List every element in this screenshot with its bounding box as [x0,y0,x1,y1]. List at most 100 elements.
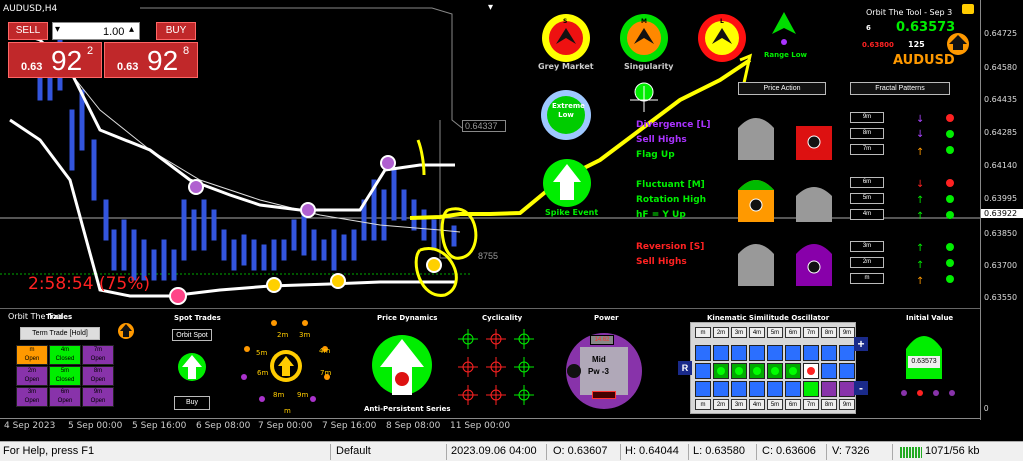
trade-cell[interactable]: 5m Closed [49,366,81,386]
buy-price-sup: 8 [183,45,190,57]
trade-cell[interactable]: 4m Closed [49,345,81,365]
buy-price-big: 92 [147,45,179,76]
kso-tf-label: 6m [785,327,801,338]
sell-button[interactable]: SELL [8,22,48,40]
initial-value-title: Initial Value [906,314,954,322]
term-trade-button[interactable]: Term Trade [Hold] [20,327,100,340]
orbit-header-title: Orbit The Tool - Sep 3 [866,8,953,17]
trade-cell[interactable]: 8m Open [82,366,114,386]
chart-menu-icon[interactable] [962,4,974,14]
kso-tf-label: 7m [803,399,819,410]
power-mid: Mid [592,355,606,364]
status-high: H: 0.64044 [625,445,679,457]
kso-tf-label: 5m [767,399,783,410]
svg-text:↓: ↓ [916,179,924,190]
status-low: L: 0.63580 [693,445,745,457]
lot-decrease-icon[interactable]: ▾ [55,24,60,35]
fractal-tf-8m: 8m [850,128,884,139]
power-bar [592,391,616,399]
kso-tf-label: 5m [767,327,783,338]
time-scale-label: 5 Sep 16:00 [132,421,187,431]
kso-cell [821,381,837,397]
kso-cell [767,381,783,397]
price-action-header: Price Action [738,82,826,95]
dial-label: 5m [256,349,268,357]
trade-cell[interactable]: 7m Open [82,345,114,365]
kso-cell [785,363,801,379]
orbit-header-symbol: AUDUSD [893,53,955,68]
spot-buy-button[interactable]: Buy [174,396,210,410]
kso-tf-label: 8m [821,327,837,338]
upper-price-label: 0.64337 [462,120,506,132]
kso-tf-label: 3m [731,399,747,410]
dial-label: m [284,407,291,415]
kso-tf-label: 4m [749,399,765,410]
kso-plus-button[interactable]: + [854,337,868,351]
kso-tf-label: 2m [713,327,729,338]
kso-tf-label: 2m [713,399,729,410]
kso-cell [767,345,783,361]
price-dynamics-title: Price Dynamics [377,314,438,322]
trade-cell[interactable]: 3m Open [16,387,48,407]
price-scale-label: 0.64725 [984,29,1018,38]
buy-price-panel[interactable]: 0.63 92 8 [104,42,198,78]
trade-cell[interactable]: 9m Open [82,387,114,407]
trade-cell[interactable]: 2m Open [16,366,48,386]
kso-tf-label: 3m [731,327,747,338]
kso-cell [839,363,855,379]
sell-price-panel[interactable]: 0.63 92 2 [8,42,102,78]
dial-label: 7m [320,369,332,377]
orbit-header-num1: 6 [866,24,871,32]
chart-shift-icon[interactable]: ▾ [488,2,493,13]
status-datetime: 2023.09.06 04:00 [451,445,537,457]
trade-cell[interactable]: 6m Open [49,387,81,407]
connection-bars-icon [900,447,922,458]
kso-dot-icon [753,367,761,375]
fractal-tf-5m: 5m [850,193,884,204]
kso-tf-label: 8m [821,399,837,410]
fluctuant-line1: Fluctuant [M] [636,180,705,190]
time-scale[interactable]: 4 Sep 2023 5 Sep 00:00 5 Sep 16:00 6 Sep 08… [0,418,980,435]
singularity-label: Singularity [624,62,674,71]
kso-reset-button[interactable]: R [678,361,692,375]
kso-cell [749,345,765,361]
buy-button[interactable]: BUY [156,22,196,40]
indicator-subwindow[interactable]: Orbit The Tool Trades Term Trade [Hold] … [0,308,980,418]
price-scale[interactable]: 0.64725 0.64580 0.64435 0.64285 0.64140 0.639… [980,0,1023,420]
status-bar: For Help, press F1 Default 2023.09.06 04… [0,441,1023,461]
kso-cell [749,363,765,379]
kso-cell [821,345,837,361]
price-scale-label: 0.63995 [984,194,1018,203]
fractal-tf-7m: 7m [850,144,884,155]
cyclicality-title: Cyclicality [482,314,523,322]
kso-cell [749,381,765,397]
kso-tf-label: 6m [785,399,801,410]
reversion-line2: Sell Highs [636,257,687,267]
orbit-spot-button[interactable]: Orbit Spot [172,329,212,341]
time-scale-label: 5 Sep 00:00 [68,421,123,431]
divergence-line2: Sell Highs [636,135,687,145]
kso-cell [803,381,819,397]
trade-cell[interactable]: m Open [16,345,48,365]
price-scale-label: 0.64140 [984,161,1018,170]
orbit-header-price: 0.63573 [896,20,956,35]
status-close: C: 0.63606 [762,445,816,457]
fluctuant-line3: hF = Y Up [636,210,686,220]
lot-size-field[interactable]: ▾ 1.00 ▴ [52,22,140,40]
kso-cell [785,345,801,361]
svg-text:↑: ↑ [916,211,924,222]
fractal-tf-9m: 9m [850,112,884,123]
dial-label: 6m [257,369,269,377]
kso-minus-button[interactable]: - [854,381,868,395]
dial-label: 3m [299,331,311,339]
kso-cell [731,381,747,397]
singularity-badge: M [641,18,647,25]
fractal-tf-m: m [850,273,884,284]
price-scale-label: 0.63550 [984,293,1018,302]
kso-dot-icon [735,367,743,375]
main-chart[interactable]: ↓ ↓ ↑ ↓ ↑ ↑ ↑ ↑ ↑ AUDUSD,H4 SELL ▾ 1.00 ▴ BUY … [0,0,980,308]
svg-text:↑: ↑ [916,147,924,158]
svg-text:↑: ↑ [916,195,924,206]
lot-increase-icon[interactable]: ▴ [129,24,134,35]
sell-price-big: 92 [51,45,83,76]
